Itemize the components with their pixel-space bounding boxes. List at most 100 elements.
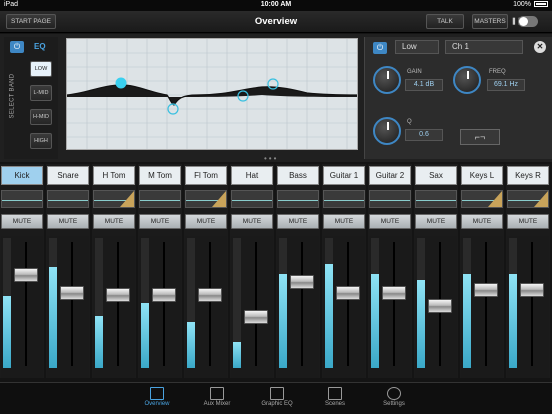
- channel-name-button[interactable]: Hat: [231, 166, 273, 185]
- channel-name-button[interactable]: M Tom: [139, 166, 181, 185]
- fader-scale: [492, 246, 502, 366]
- band-hmid-button[interactable]: H-MID: [30, 109, 52, 125]
- gain-label: GAIN: [407, 69, 422, 75]
- band-low-button[interactable]: LOW: [30, 61, 52, 77]
- channel-eq-thumbnail[interactable]: [1, 190, 43, 208]
- gain-knob[interactable]: [373, 66, 401, 94]
- band-high-button[interactable]: HIGH: [30, 133, 52, 149]
- fader-handle[interactable]: [428, 299, 452, 313]
- fader-handle[interactable]: [244, 310, 268, 324]
- tab-settings[interactable]: Settings: [364, 385, 424, 414]
- page-indicator-dots[interactable]: •••: [264, 154, 278, 163]
- freq-knob[interactable]: [453, 66, 481, 94]
- channel-eq-thumbnail[interactable]: [277, 190, 319, 208]
- mute-button[interactable]: MUTE: [461, 214, 503, 229]
- channel-strip: H Tom MUTE: [92, 164, 136, 378]
- eq-curve-svg: [66, 39, 358, 149]
- fader-handle[interactable]: [474, 282, 498, 297]
- top-header: START PAGE Overview TALK MASTERS ❚❚: [0, 11, 552, 33]
- gear-icon: [387, 387, 401, 400]
- band-power-button[interactable]: ⏻: [373, 42, 387, 54]
- channel-eq-thumbnail[interactable]: [461, 190, 503, 208]
- eq-node-low[interactable]: [115, 77, 127, 89]
- mute-button[interactable]: MUTE: [1, 214, 43, 229]
- talk-button[interactable]: TALK: [426, 14, 464, 29]
- level-meter: [417, 238, 425, 368]
- channel-eq-thumbnail[interactable]: [47, 190, 89, 208]
- level-meter: [95, 238, 103, 368]
- fader-handle[interactable]: [106, 288, 130, 302]
- mute-button[interactable]: MUTE: [231, 214, 273, 229]
- channel-name-button[interactable]: H Tom: [93, 166, 135, 185]
- fader-handle[interactable]: [520, 282, 544, 297]
- level-meter-fill: [509, 274, 517, 368]
- channel-name-button[interactable]: Guitar 1: [323, 166, 365, 185]
- level-meter: [509, 238, 517, 368]
- level-meter-fill: [279, 274, 287, 368]
- channel-name-button[interactable]: Bass: [277, 166, 319, 185]
- fader-track: [485, 242, 487, 366]
- filter-shape-button[interactable]: ⌐¬: [460, 129, 500, 145]
- fader-handle[interactable]: [336, 285, 360, 300]
- channel-eq-thumbnail[interactable]: [139, 190, 181, 208]
- channel-name-button[interactable]: Guitar 2: [369, 166, 411, 185]
- clock: 10:00 AM: [260, 1, 292, 8]
- channel-strip: M Tom MUTE: [138, 164, 182, 378]
- mute-button[interactable]: MUTE: [369, 214, 411, 229]
- mute-button[interactable]: MUTE: [277, 214, 319, 229]
- channel-eq-thumbnail[interactable]: [507, 190, 549, 208]
- mute-button[interactable]: MUTE: [507, 214, 549, 229]
- level-meter: [141, 238, 149, 368]
- fader-handle[interactable]: [14, 268, 38, 283]
- channel-strip: Hat MUTE: [230, 164, 274, 378]
- channel-name-button[interactable]: Snare: [47, 166, 89, 185]
- eq-label: EQ: [34, 42, 46, 51]
- fader-scale: [170, 246, 180, 366]
- channel-strip: Keys R MUTE: [506, 164, 550, 378]
- masters-button[interactable]: MASTERS: [472, 14, 508, 29]
- channel-name-button[interactable]: Keys L: [461, 166, 503, 185]
- mute-button[interactable]: MUTE: [139, 214, 181, 229]
- mute-button[interactable]: MUTE: [93, 214, 135, 229]
- channel-strip: Bass MUTE: [276, 164, 320, 378]
- masters-toggle[interactable]: [518, 16, 538, 27]
- eq-thumbnail-curve: [212, 191, 226, 207]
- fader-handle[interactable]: [382, 285, 406, 300]
- channel-eq-thumbnail[interactable]: [415, 190, 457, 208]
- channel-name-button[interactable]: Keys R: [507, 166, 549, 185]
- channel-eq-thumbnail[interactable]: [231, 190, 273, 208]
- channel-eq-thumbnail[interactable]: [369, 190, 411, 208]
- mute-button[interactable]: MUTE: [47, 214, 89, 229]
- channel-strip: Kick MUTE: [0, 164, 44, 378]
- fader-handle[interactable]: [198, 288, 222, 302]
- select-band-label: SELECT BAND: [9, 73, 16, 119]
- tab-settings-label: Settings: [383, 401, 405, 407]
- tab-scenes[interactable]: Scenes: [305, 385, 365, 414]
- q-knob[interactable]: [373, 117, 401, 145]
- mute-button[interactable]: MUTE: [415, 214, 457, 229]
- level-meter-fill: [187, 322, 195, 368]
- tab-graphic-eq[interactable]: Graphic EQ: [247, 385, 307, 414]
- mute-button[interactable]: MUTE: [323, 214, 365, 229]
- q-label: Q: [407, 119, 412, 125]
- tab-aux-mixer[interactable]: Aux Mixer: [187, 385, 247, 414]
- mute-button[interactable]: MUTE: [185, 214, 227, 229]
- channel-name-button[interactable]: Sax: [415, 166, 457, 185]
- fader-handle[interactable]: [152, 288, 176, 302]
- fader-handle[interactable]: [290, 274, 314, 289]
- fader-scale: [262, 246, 272, 366]
- channel-eq-thumbnail[interactable]: [93, 190, 135, 208]
- eq-curve-graph[interactable]: [66, 38, 358, 150]
- fader-track: [163, 242, 165, 366]
- fader-handle[interactable]: [60, 285, 84, 300]
- eq-power-button[interactable]: ⏻: [10, 41, 24, 53]
- channel-name-button[interactable]: Kick: [1, 166, 43, 185]
- level-meter: [371, 238, 379, 368]
- close-icon[interactable]: ✕: [534, 41, 546, 53]
- fader-track: [347, 242, 349, 366]
- channel-name-button[interactable]: Fl Tom: [185, 166, 227, 185]
- channel-eq-thumbnail[interactable]: [185, 190, 227, 208]
- channel-eq-thumbnail[interactable]: [323, 190, 365, 208]
- band-lmid-button[interactable]: L-MID: [30, 85, 52, 101]
- tab-overview[interactable]: Overview: [127, 385, 187, 414]
